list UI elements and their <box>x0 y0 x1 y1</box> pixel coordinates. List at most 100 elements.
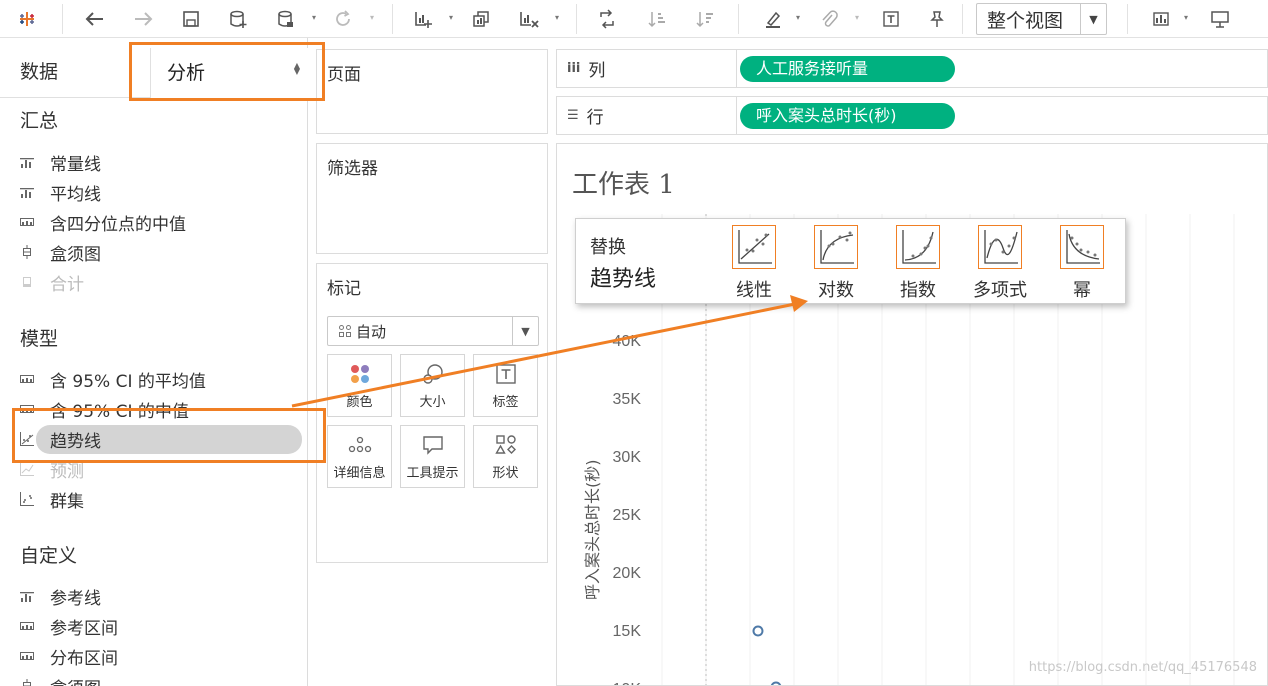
analytics-item-median-quartiles[interactable]: 含四分位点的中值 <box>20 209 186 235</box>
columns-icon: iii <box>567 61 581 76</box>
analytics-item-custom-box-plot[interactable]: 盒须图 <box>20 673 101 686</box>
sort-ascending-icon[interactable] <box>644 6 670 32</box>
new-worksheet-icon[interactable] <box>410 6 436 32</box>
show-me-icon[interactable] <box>1148 6 1174 32</box>
marks-card-title: 标记 <box>327 279 361 299</box>
y-tick-label: 40K <box>613 333 642 350</box>
analytics-item-box-plot[interactable]: 盒须图 <box>20 239 101 265</box>
shape-icon <box>474 434 537 456</box>
analytics-item-reference-line[interactable]: 参考线 <box>20 583 101 609</box>
color-icon <box>328 363 391 385</box>
refresh-icon[interactable] <box>330 6 356 32</box>
y-tick-label: 10K <box>613 681 642 686</box>
sort-descending-icon[interactable] <box>692 6 718 32</box>
analytics-item-trend-line[interactable]: 趋势线 <box>20 424 302 454</box>
tab-data[interactable]: 数据 <box>20 57 58 84</box>
band-icon <box>20 372 50 386</box>
sort-icon[interactable]: ▲ ▼ <box>294 62 300 76</box>
marks-size-button[interactable]: 大小 <box>400 354 465 417</box>
size-icon <box>401 363 464 385</box>
section-custom-heading: 自定义 <box>20 545 78 567</box>
data-point[interactable] <box>752 625 764 637</box>
tableau-logo-icon[interactable] <box>14 6 40 32</box>
filters-shelf[interactable]: 筛选器 <box>316 143 548 254</box>
pin-icon[interactable] <box>924 6 950 32</box>
datasource-icon[interactable] <box>272 6 298 32</box>
y-tick-label: 30K <box>613 449 642 466</box>
data-points <box>752 625 782 686</box>
analytics-item-reference-band[interactable]: 参考区间 <box>20 613 118 639</box>
line-icon <box>20 589 50 603</box>
new-datasource-icon[interactable] <box>225 6 251 32</box>
clear-sheet-icon[interactable] <box>516 6 542 32</box>
tooltip-icon <box>401 434 464 456</box>
line-icon <box>20 185 50 199</box>
band-icon <box>20 619 50 633</box>
tab-analysis-label: 分析 <box>167 62 206 84</box>
trend-type-logarithmic[interactable]: 对数 <box>798 223 874 301</box>
analytics-item-average-line[interactable]: 平均线 <box>20 179 101 205</box>
chevron-down-icon[interactable]: ▾ <box>447 12 455 24</box>
chevron-down-icon[interactable]: ▾ <box>853 12 861 24</box>
y-axis-label: 呼入案头总时长(秒) <box>583 459 602 601</box>
analytics-item-constant-line[interactable]: 常量线 <box>20 149 101 175</box>
linear-trend-icon <box>732 225 776 269</box>
undo-icon[interactable] <box>82 6 108 32</box>
power-trend-icon <box>1060 225 1104 269</box>
highlight-icon[interactable] <box>760 6 786 32</box>
section-model-heading: 模型 <box>20 328 59 350</box>
chevron-down-icon[interactable]: ▾ <box>368 12 376 24</box>
marks-shape-button[interactable]: 形状 <box>473 425 538 488</box>
box-plot-icon <box>20 245 50 259</box>
data-point[interactable] <box>770 681 782 686</box>
polynomial-trend-icon <box>978 225 1022 269</box>
marks-tooltip-button[interactable]: 工具提示 <box>400 425 465 488</box>
columns-pill[interactable]: 人工服务接听量 <box>740 56 955 82</box>
marks-label-button[interactable]: 标签 <box>473 354 538 417</box>
detail-icon <box>328 434 391 456</box>
text-label-icon <box>474 363 537 385</box>
trend-type-linear[interactable]: 线性 <box>716 223 792 301</box>
save-icon[interactable] <box>178 6 204 32</box>
toolbar: ▾ ▾ ▾ ▾ ▾ ▾ 整个视图 ▼ ▾ <box>0 0 1268 38</box>
y-tick-label: 20K <box>613 565 642 582</box>
y-axis-ticks: 40K 35K 30K 25K 20K 15K 10K <box>613 333 642 686</box>
forecast-icon <box>20 462 50 476</box>
trend-type-power[interactable]: 幂 <box>1044 223 1120 301</box>
chevron-down-icon[interactable]: ▾ <box>553 12 561 24</box>
tab-analysis[interactable]: 分析 ▲ ▼ <box>150 48 308 98</box>
pages-shelf[interactable]: 页面 <box>316 49 548 134</box>
popup-line2: 趋势线 <box>590 267 657 292</box>
analytics-item-forecast[interactable]: 预测 <box>20 456 84 482</box>
marks-detail-button[interactable]: 详细信息 <box>327 425 392 488</box>
columns-shelf[interactable]: iii 列 人工服务接听量 <box>556 49 1268 88</box>
analytics-item-average-ci[interactable]: 含 95% CI 的平均值 <box>20 366 206 392</box>
presentation-icon[interactable] <box>1207 6 1233 32</box>
filters-shelf-title: 筛选器 <box>327 159 378 179</box>
swap-icon[interactable] <box>594 6 620 32</box>
analytics-item-distribution-band[interactable]: 分布区间 <box>20 643 118 669</box>
duplicate-icon[interactable] <box>468 6 494 32</box>
trend-type-exponential[interactable]: 指数 <box>880 223 956 301</box>
chevron-down-icon[interactable]: ▾ <box>310 12 318 24</box>
mark-type-select[interactable]: 自动 ▼ <box>327 316 539 346</box>
rows-shelf[interactable]: ☰ 行 呼入案头总时长(秒) <box>556 96 1268 135</box>
label-icon[interactable] <box>878 6 904 32</box>
analytics-item-cluster[interactable]: 群集 <box>20 486 84 512</box>
analytics-item-totals[interactable]: 合计 <box>20 269 84 295</box>
chevron-down-icon: ▼ <box>1080 4 1106 34</box>
marks-card: 标记 自动 ▼ 颜色 大小 标签 详细信息 工具提示 形状 <box>316 263 548 563</box>
rows-pill[interactable]: 呼入案头总时长(秒) <box>740 103 955 129</box>
chevron-down-icon[interactable]: ▾ <box>794 12 802 24</box>
trend-type-polynomial[interactable]: 多项式 <box>962 223 1038 301</box>
fit-view-select[interactable]: 整个视图 ▼ <box>976 3 1107 35</box>
chevron-down-icon[interactable]: ▾ <box>1182 12 1190 24</box>
analytics-item-median-ci[interactable]: 含 95% CI 的中值 <box>20 396 189 422</box>
y-tick-label: 25K <box>613 507 642 524</box>
redo-icon[interactable] <box>130 6 156 32</box>
trend-line-drop-menu: 替换 趋势线 线性 对数 指数 多项式 幂 <box>575 218 1126 304</box>
band-icon <box>20 215 50 229</box>
analytics-pane: 数据 分析 ▲ ▼ 汇总 常量线 平均线 含四分位点的中值 盒须图 合计 模型 含… <box>0 38 308 686</box>
marks-color-button[interactable]: 颜色 <box>327 354 392 417</box>
group-icon[interactable] <box>816 6 842 32</box>
